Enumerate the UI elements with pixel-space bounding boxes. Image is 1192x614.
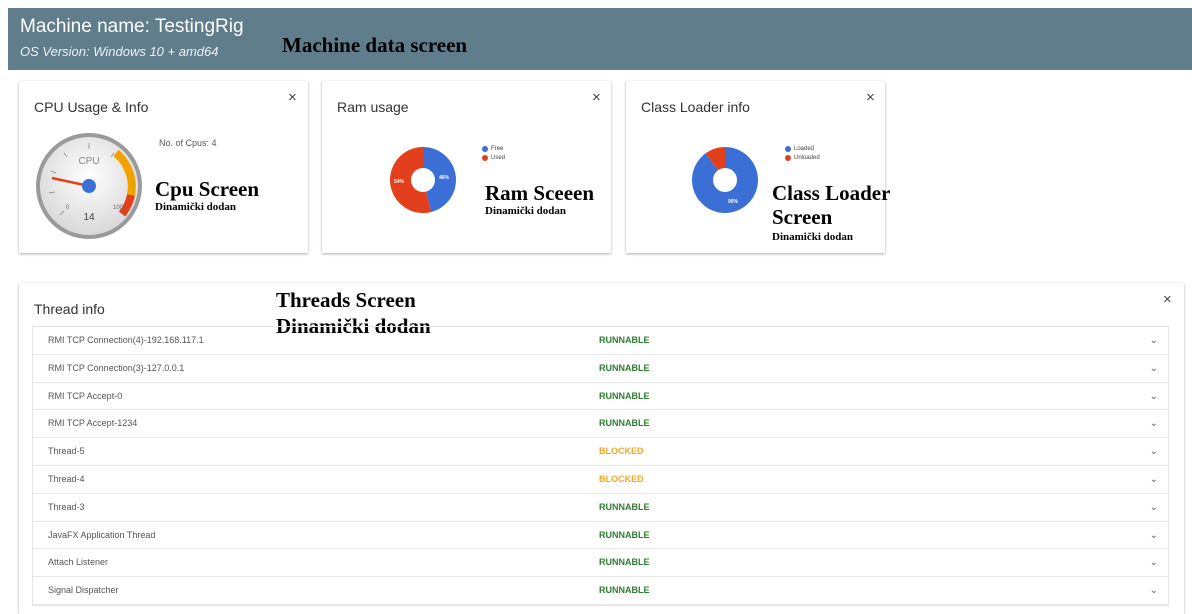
thread-name: RMI TCP Accept-0	[48, 390, 123, 401]
num-cpus: No. of Cpus: 4	[159, 138, 217, 148]
chevron-down-icon[interactable]: ⌄	[1150, 557, 1158, 568]
machine-name: Machine name: TestingRig	[20, 16, 244, 37]
gauge-label: CPU	[78, 156, 99, 167]
annotation-class-loader-screen-2: Screen	[772, 205, 833, 229]
thread-row[interactable]: RMI TCP Connection(3)-127.0.0.1 RUNNABLE ⌄	[33, 355, 1168, 383]
thread-name: Thread-5	[48, 446, 85, 457]
chevron-down-icon[interactable]: ⌄	[1150, 418, 1158, 429]
thread-state: RUNNABLE	[599, 529, 650, 540]
annotation-machine-screen: Machine data screen	[282, 33, 468, 57]
class-loader-card: Class Loader info × 90% Loaded Unloaded	[626, 81, 885, 253]
annotation-cpu-dynamic: Dinamički dodan	[155, 201, 236, 213]
threads-card-title: Thread info	[34, 301, 105, 317]
cpu-card-title: CPU Usage & Info	[34, 99, 149, 115]
thread-state: RUNNABLE	[599, 335, 650, 345]
ram-close-icon[interactable]: ×	[592, 90, 601, 105]
class-loader-legend: Loaded Unloaded	[785, 144, 820, 162]
thread-row[interactable]: Signal Dispatcher RUNNABLE ⌄	[33, 577, 1168, 605]
thread-name: Attach Listener	[48, 557, 109, 568]
gauge-max: 100	[113, 205, 124, 211]
ram-donut: 46% 54%	[390, 147, 456, 213]
chevron-down-icon[interactable]: ⌄	[1150, 446, 1158, 457]
chevron-down-icon[interactable]: ⌄	[1150, 391, 1158, 402]
ram-used-label: 54%	[394, 179, 405, 185]
chevron-down-icon[interactable]: ⌄	[1150, 474, 1158, 485]
thread-row[interactable]: RMI TCP Connection(4)-192.168.117.1 RUNNA…	[33, 327, 1168, 355]
gauge-hub	[82, 179, 96, 193]
annotation-cpu-screen: Cpu Screen	[155, 177, 260, 201]
thread-state: BLOCKED	[599, 473, 644, 484]
chevron-down-icon[interactable]: ⌄	[1150, 335, 1158, 346]
threads-list: RMI TCP Connection(4)-192.168.117.1 RUNNA…	[32, 326, 1169, 606]
thread-state: RUNNABLE	[599, 418, 650, 429]
thread-row[interactable]: Thread-5 BLOCKED ⌄	[33, 438, 1168, 466]
threads-close-icon[interactable]: ×	[1163, 292, 1172, 307]
thread-state: BLOCKED	[599, 446, 644, 457]
gauge-value: 14	[83, 212, 95, 223]
class-loader-card-title: Class Loader info	[641, 99, 750, 115]
class-loader-legend-unloaded: Unloaded	[785, 153, 820, 162]
chevron-down-icon[interactable]: ⌄	[1150, 363, 1158, 374]
thread-state: RUNNABLE	[599, 501, 650, 512]
thread-row[interactable]: Thread-4 BLOCKED ⌄	[33, 466, 1168, 494]
chevron-down-icon[interactable]: ⌄	[1150, 530, 1158, 541]
thread-row[interactable]: RMI TCP Accept-1234 RUNNABLE ⌄	[33, 410, 1168, 439]
thread-state: RUNNABLE	[599, 362, 650, 373]
annotation-threads-screen: Threads Screen	[276, 288, 416, 312]
cpu-gauge: CPU 0 100 14	[36, 133, 142, 239]
thread-name: RMI TCP Accept-1234	[48, 418, 138, 429]
annotation-class-loader-dynamic: Dinamički dodan	[772, 231, 853, 243]
thread-row[interactable]: RMI TCP Accept-0 RUNNABLE ⌄	[33, 383, 1168, 411]
thread-name: Signal Dispatcher	[48, 585, 119, 596]
ram-donut-hole	[411, 168, 435, 192]
ram-card-title: Ram usage	[337, 99, 409, 115]
annotation-ram-dynamic: Dinamički dodan	[485, 205, 566, 217]
thread-name: JavaFX Application Thread	[48, 529, 156, 540]
chevron-down-icon[interactable]: ⌄	[1150, 502, 1158, 513]
thread-name: Thread-4	[48, 473, 85, 484]
class-loader-donut: 90%	[692, 147, 758, 213]
ram-legend: Free Used	[482, 144, 505, 162]
thread-state: RUNNABLE	[599, 557, 650, 568]
class-loader-legend-loaded: Loaded	[785, 144, 820, 153]
thread-name: Thread-3	[48, 501, 85, 512]
thread-name: RMI TCP Connection(3)-127.0.0.1	[48, 362, 185, 373]
thread-row[interactable]: Attach Listener RUNNABLE ⌄	[33, 549, 1168, 578]
os-version: OS Version: Windows 10 + amd64	[20, 44, 219, 59]
thread-name: RMI TCP Connection(4)-192.168.117.1	[48, 335, 204, 345]
ram-legend-used: Used	[482, 153, 505, 162]
thread-row[interactable]: JavaFX Application Thread RUNNABLE ⌄	[33, 522, 1168, 550]
thread-state: RUNNABLE	[599, 585, 650, 596]
ram-legend-free: Free	[482, 144, 505, 153]
ram-card: Ram usage × 46% 54% Free Used	[322, 81, 611, 253]
annotation-class-loader-screen-1: Class Loader	[772, 181, 891, 205]
thread-row[interactable]: Thread-3 RUNNABLE ⌄	[33, 494, 1168, 522]
machine-header: Machine name: TestingRig OS Version: Win…	[8, 8, 1192, 70]
class-loader-loaded-label: 90%	[728, 199, 739, 205]
cpu-card: CPU Usage & Info × No. of Cpus: 4 CPU 0 …	[19, 81, 308, 253]
annotation-ram-screen: Ram Sceeen	[485, 181, 595, 205]
class-loader-close-icon[interactable]: ×	[866, 90, 875, 105]
ram-free-label: 46%	[439, 175, 450, 181]
chevron-down-icon[interactable]: ⌄	[1150, 585, 1158, 596]
thread-state: RUNNABLE	[599, 390, 650, 401]
cpu-close-icon[interactable]: ×	[288, 90, 297, 105]
class-loader-donut-hole	[713, 168, 737, 192]
